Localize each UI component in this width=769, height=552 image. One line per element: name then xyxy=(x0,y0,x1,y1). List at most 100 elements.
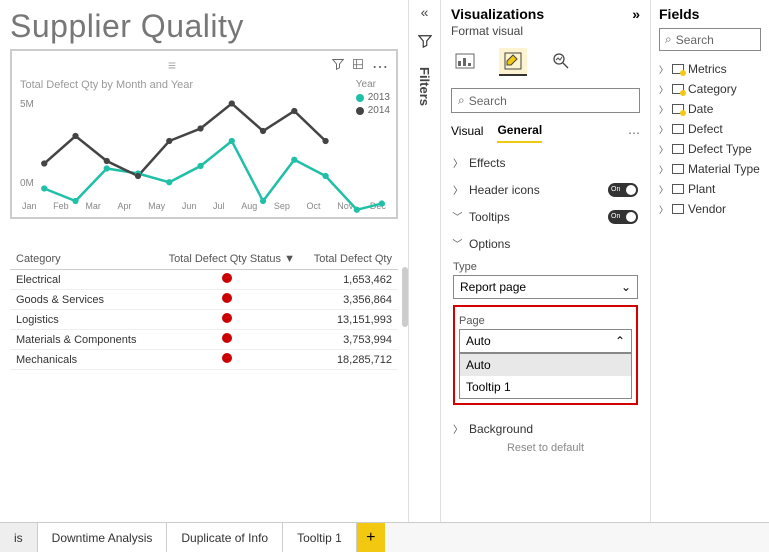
chevron-right-icon: 〉 xyxy=(659,103,668,116)
chevron-down-icon: ⌄ xyxy=(621,280,631,294)
chart-legend: Year 2013 2014 xyxy=(356,79,390,118)
field-item[interactable]: 〉Date xyxy=(659,99,761,119)
page-tabstrip: is Downtime Analysis Duplicate of Info T… xyxy=(0,522,769,552)
page-option-auto[interactable]: Auto xyxy=(460,354,631,376)
toggle-tooltips[interactable]: On xyxy=(608,210,638,224)
section-background[interactable]: 〉Background xyxy=(441,411,650,438)
field-item[interactable]: 〉Plant xyxy=(659,179,761,199)
field-item[interactable]: 〉Defect xyxy=(659,119,761,139)
chevron-right-icon: 〉 xyxy=(453,421,463,436)
chevron-right-icon: 〉 xyxy=(659,123,668,136)
viz-search[interactable]: ⌕ Search xyxy=(451,88,640,113)
chevron-down-icon: 〉 xyxy=(451,239,466,249)
y-axis: 5M 0M xyxy=(20,91,38,201)
chart-plot xyxy=(38,91,388,201)
viz-subtitle: Format visual xyxy=(441,24,650,44)
chevron-right-icon: 〉 xyxy=(659,83,668,96)
field-item[interactable]: 〉Defect Type xyxy=(659,139,761,159)
add-page-button[interactable]: + xyxy=(357,523,385,552)
fields-search[interactable]: ⌕Search xyxy=(659,28,761,51)
fields-title: Fields xyxy=(659,6,761,22)
table-icon xyxy=(672,104,684,114)
search-icon: ⌕ xyxy=(665,32,672,47)
field-item[interactable]: 〉Category xyxy=(659,79,761,99)
report-canvas: Supplier Quality ≡ ⋯ Total Defect Qty by… xyxy=(0,0,408,522)
section-effects[interactable]: 〉Effects xyxy=(441,145,650,172)
table-row[interactable]: Electrical1,653,462 xyxy=(10,270,398,290)
chevron-right-icon: 〉 xyxy=(659,163,668,176)
filter-icon[interactable] xyxy=(332,57,344,77)
table-row[interactable]: Goods & Services3,356,864 xyxy=(10,290,398,310)
filters-label: Filters xyxy=(417,67,432,106)
field-item[interactable]: 〉Metrics xyxy=(659,59,761,79)
viz-title: Visualizations xyxy=(451,6,544,22)
toggle-header-icons[interactable]: On xyxy=(608,183,638,197)
section-options[interactable]: 〉Options xyxy=(453,232,638,255)
col-status[interactable]: Total Defect Qty Status ▼ xyxy=(152,249,301,270)
page-tab[interactable]: Downtime Analysis xyxy=(38,523,168,552)
section-tooltips[interactable]: 〉TooltipsOn xyxy=(441,199,650,226)
chevron-down-icon: 〉 xyxy=(451,212,466,222)
status-dot-icon xyxy=(222,273,232,283)
field-item[interactable]: 〉Material Type xyxy=(659,159,761,179)
table-icon xyxy=(672,164,684,174)
chevron-right-icon: 〉 xyxy=(659,183,668,196)
filters-rail[interactable]: « Filters xyxy=(408,0,440,522)
chevron-right-icon: 〉 xyxy=(453,155,463,170)
chevron-up-icon: ⌃ xyxy=(615,334,625,348)
reset-to-default[interactable]: Reset to default xyxy=(441,438,650,458)
status-dot-icon xyxy=(222,353,232,363)
col-qty[interactable]: Total Defect Qty xyxy=(301,249,398,270)
chart-title: Total Defect Qty by Month and Year xyxy=(20,79,388,91)
table-icon xyxy=(672,124,684,134)
filter-icon[interactable] xyxy=(418,34,432,53)
page-tab[interactable]: is xyxy=(0,523,38,552)
more-icon[interactable]: ⋯ xyxy=(372,57,388,77)
collapse-icon[interactable]: « xyxy=(421,4,429,20)
page-dropdown[interactable]: Auto⌃ xyxy=(459,329,632,353)
type-label: Type xyxy=(453,261,638,273)
page-dropdown-list: Auto Tooltip 1 xyxy=(459,353,632,399)
tab-visual[interactable]: Visual xyxy=(451,124,483,142)
analytics-icon[interactable] xyxy=(547,48,575,76)
table-icon xyxy=(672,184,684,194)
legend-dot-2013 xyxy=(356,94,364,102)
page-tab[interactable]: Tooltip 1 xyxy=(283,523,357,552)
scrollbar[interactable] xyxy=(402,267,408,327)
page-label: Page xyxy=(459,315,632,327)
page-tab[interactable]: Duplicate of Info xyxy=(167,523,283,552)
tab-general[interactable]: General xyxy=(497,123,542,143)
status-dot-icon xyxy=(222,313,232,323)
status-dot-icon xyxy=(222,333,232,343)
field-item[interactable]: 〉Vendor xyxy=(659,199,761,219)
focus-mode-icon[interactable] xyxy=(352,57,364,77)
table-icon xyxy=(672,204,684,214)
visualizations-pane: Visualizations » Format visual ⌕ Search … xyxy=(440,0,650,522)
tab-more-icon[interactable]: ⋯ xyxy=(628,126,640,140)
page-option-tooltip1[interactable]: Tooltip 1 xyxy=(460,376,631,398)
format-visual-icon[interactable] xyxy=(499,48,527,76)
table-row[interactable]: Materials & Components3,753,994 xyxy=(10,330,398,350)
type-dropdown[interactable]: Report page⌄ xyxy=(453,275,638,299)
build-visual-icon[interactable] xyxy=(451,48,479,76)
chart-visual[interactable]: ≡ ⋯ Total Defect Qty by Month and Year 5… xyxy=(10,49,398,219)
chevron-right-icon: 〉 xyxy=(453,182,463,197)
table-icon xyxy=(672,64,684,74)
search-icon: ⌕ xyxy=(458,93,465,108)
sort-down-icon: ▼ xyxy=(284,253,295,265)
table-row[interactable]: Logistics13,151,993 xyxy=(10,310,398,330)
fields-pane: Fields ⌕Search 〉Metrics〉Category〉Date〉De… xyxy=(650,0,769,522)
legend-dot-2014 xyxy=(356,107,364,115)
section-header-icons[interactable]: 〉Header iconsOn xyxy=(441,172,650,199)
table-visual[interactable]: Category Total Defect Qty Status ▼ Total… xyxy=(10,249,398,370)
chevron-right-icon: 〉 xyxy=(659,143,668,156)
table-row[interactable]: Mechanicals18,285,712 xyxy=(10,350,398,370)
expand-icon[interactable]: » xyxy=(632,6,640,22)
chevron-right-icon: 〉 xyxy=(659,203,668,216)
chevron-right-icon: 〉 xyxy=(659,63,668,76)
col-category[interactable]: Category xyxy=(10,249,152,270)
table-icon xyxy=(672,144,684,154)
table-icon xyxy=(672,84,684,94)
highlight-box: Page Auto⌃ Auto Tooltip 1 xyxy=(453,305,638,405)
drag-handle-icon[interactable]: ≡ xyxy=(168,57,176,77)
